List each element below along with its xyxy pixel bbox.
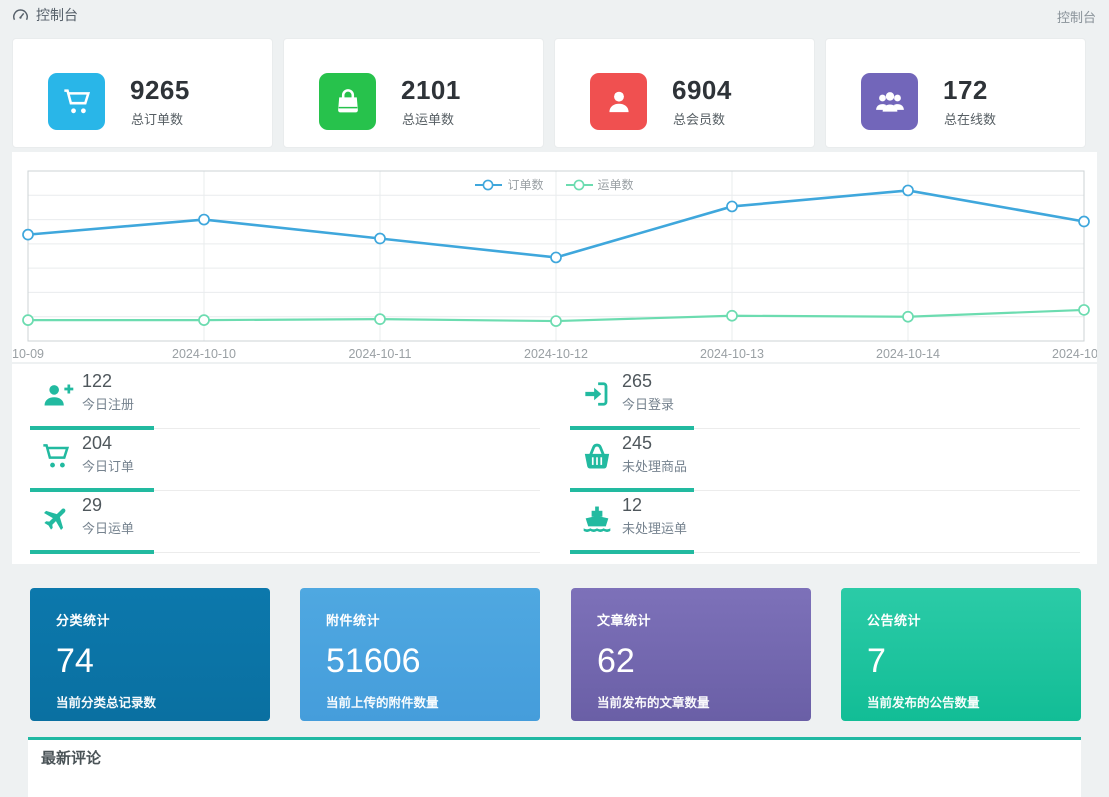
pending-waybills-stat: 12 未处理运单: [570, 489, 1080, 553]
pending-waybills-value: 12: [622, 495, 642, 516]
total-members-value: 6904: [672, 75, 732, 106]
attachment-stats-value: 51606: [326, 642, 514, 681]
today-waybills-label: 今日运单: [82, 518, 134, 537]
today-waybills-value: 29: [82, 495, 102, 516]
today-registered-label: 今日注册: [82, 394, 134, 413]
latest-comments-title: 最新评论: [41, 747, 1068, 768]
x-tick-label: 2024-10-10: [172, 347, 236, 361]
user-icon: [590, 73, 647, 130]
total-members-card: 6904 总会员数: [554, 38, 815, 148]
x-tick-label: 10-09: [12, 347, 44, 361]
basket-icon: [580, 440, 614, 474]
breadcrumb-current: 控制台: [1057, 7, 1096, 26]
chart-point: [375, 314, 385, 324]
total-orders-card: 9265 总订单数: [12, 38, 273, 148]
today-logins-label: 今日登录: [622, 394, 674, 413]
chart-point: [903, 312, 913, 322]
attachment-stats-caption: 当前上传的附件数量: [326, 692, 514, 711]
notice-stats-title: 公告统计: [867, 610, 1055, 629]
dashboard-page: { "header": { "left_icon": "dashboard-ic…: [0, 0, 1109, 754]
chart-point: [1079, 305, 1089, 315]
category-stats-panel: 分类统计 74 当前分类总记录数: [30, 588, 270, 721]
chart-point: [727, 311, 737, 321]
legend-item-运单数[interactable]: 运单数: [566, 176, 634, 193]
latest-comments-panel: 最新评论: [28, 737, 1081, 797]
legend-marker: [566, 179, 593, 191]
breadcrumb: 控制台: [12, 5, 78, 25]
dashboard-icon: [12, 7, 29, 24]
pending-waybills-label: 未处理运单: [622, 518, 687, 537]
article-stats-panel: 文章统计 62 当前发布的文章数量: [571, 588, 811, 721]
total-online-value: 172: [943, 75, 988, 106]
user-plus-icon: [40, 378, 74, 412]
today-registered-value: 122: [82, 371, 112, 392]
article-stats-title: 文章统计: [597, 610, 785, 629]
chart-point: [1079, 217, 1089, 227]
chart-point: [727, 201, 737, 211]
today-stats-panel: 122 今日注册 265 今日登录 204 今日订单: [12, 364, 1097, 564]
total-waybills-value: 2101: [401, 75, 461, 106]
legend-label: 订单数: [507, 176, 543, 193]
chart-point: [199, 215, 209, 225]
article-stats-caption: 当前发布的文章数量: [597, 692, 785, 711]
total-waybills-label: 总运单数: [402, 109, 454, 128]
total-online-label: 总在线数: [944, 109, 996, 128]
x-tick-label: 2024-10-11: [348, 347, 411, 361]
sign-in-icon: [580, 378, 614, 412]
cart-icon: [48, 73, 105, 130]
total-waybills-card: 2101 总运单数: [283, 38, 544, 148]
x-tick-label: 2024-10-14: [876, 347, 940, 361]
attachment-stats-panel: 附件统计 51606 当前上传的附件数量: [300, 588, 540, 721]
notice-stats-caption: 当前发布的公告数量: [867, 692, 1055, 711]
article-stats-value: 62: [597, 642, 785, 681]
today-registered-stat: 122 今日注册: [30, 365, 540, 429]
x-tick-label: 2024-10-12: [524, 347, 588, 361]
chart-point: [199, 315, 209, 325]
legend-marker: [475, 179, 502, 191]
pending-goods-label: 未处理商品: [622, 456, 687, 475]
chart-point: [551, 252, 561, 262]
shopping-bag-icon: [319, 73, 376, 130]
chart-point: [551, 316, 561, 326]
attachment-stats-title: 附件统计: [326, 610, 514, 629]
today-logins-value: 265: [622, 371, 652, 392]
category-stats-value: 74: [56, 642, 244, 681]
category-stats-title: 分类统计: [56, 610, 244, 629]
notice-stats-panel: 公告统计 7 当前发布的公告数量: [841, 588, 1081, 721]
chart-point: [375, 234, 385, 244]
today-orders-label: 今日订单: [82, 456, 134, 475]
chart-legend: 订单数 运单数: [12, 176, 1097, 193]
legend-item-订单数[interactable]: 订单数: [475, 176, 543, 193]
chart-point: [23, 230, 33, 240]
today-logins-stat: 265 今日登录: [570, 365, 1080, 429]
orders-waybills-line-chart: 10-09 2024-10-10 2024-10-11 2024-10-12 2024-…: [12, 152, 1097, 362]
legend-label: 运单数: [598, 176, 634, 193]
today-orders-stat: 204 今日订单: [30, 427, 540, 491]
cart-icon: [40, 440, 74, 474]
total-members-label: 总会员数: [673, 109, 725, 128]
total-orders-value: 9265: [130, 75, 190, 106]
notice-stats-value: 7: [867, 642, 1055, 681]
pending-goods-stat: 245 未处理商品: [570, 427, 1080, 491]
x-tick-label: 2024-10-13: [700, 347, 764, 361]
x-tick-label: 2024-10-15: [1052, 347, 1097, 361]
today-waybills-stat: 29 今日运单: [30, 489, 540, 553]
users-icon: [861, 73, 918, 130]
plane-icon: [40, 502, 74, 536]
total-orders-label: 总订单数: [131, 109, 183, 128]
total-online-card: 172 总在线数: [825, 38, 1086, 148]
today-orders-value: 204: [82, 433, 112, 454]
pending-goods-value: 245: [622, 433, 652, 454]
ship-icon: [580, 502, 614, 536]
chart-point: [23, 315, 33, 325]
page-title: 控制台: [36, 5, 78, 25]
category-stats-caption: 当前分类总记录数: [56, 692, 244, 711]
